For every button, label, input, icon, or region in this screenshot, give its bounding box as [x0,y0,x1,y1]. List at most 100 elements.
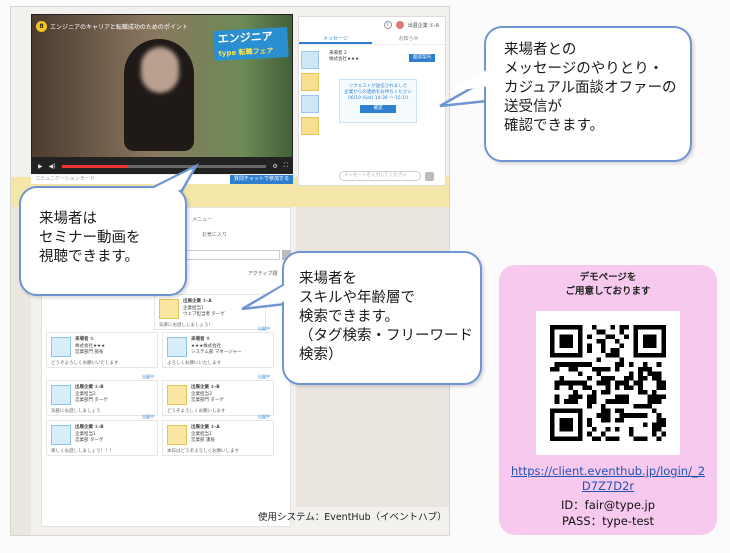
card-role: 営業部 課長 [191,438,215,443]
conversation-header: 来場者 2 株式会社★★★ 面談案内 [329,51,441,69]
tab-notices[interactable]: お知らせ [372,33,445,44]
message-panel: i 出展企業 ①-A メッセージ お知らせ 来場者 2 株式会社★★★ 面談案内… [298,16,446,186]
panel-tabs: メッセージ お知らせ [299,33,445,45]
card-name: 来場者 ① [75,337,94,342]
callout-tail-cover [448,68,490,92]
card-thumbnail [51,385,71,405]
callout-line: 来場者は [39,211,97,227]
video-title: 8 エンジニアのキャリアと転職成功のためのポイント [36,19,188,33]
card-name: 出展企業 ①-B [75,385,104,390]
message-input[interactable]: メッセージを入力してください [339,171,421,181]
card-message: 本日はどうぞよろしくお願いします [167,449,239,454]
info-icon[interactable]: i [383,21,392,29]
demo-pass: PASS：type-test [561,514,655,528]
card-tag: 出展中 [142,414,154,419]
demo-id: ID：fair@type.jp [560,498,656,512]
system-label: 使用システム：EventHub（イベントハブ） [258,512,447,523]
result-card[interactable]: 出展中 出展企業 ①-B 企業担当1 営業部 ターゲ 楽しくお話ししましょう！！！ [46,414,158,456]
callout-line: 視聴できます。 [39,249,140,265]
callout-line: （タグ検索・フリーワード [299,328,473,344]
card-name: 出展企業 ①-A [183,299,212,304]
callout-line: 確認できます。 [504,118,605,134]
card-thumbnail [51,337,71,357]
favorites-label[interactable]: お気に入り [202,231,227,238]
card-name: 来場者 ② [191,337,210,342]
seminar-video-player[interactable]: 8 エンジニアのキャリアと転職成功のためのポイント エンジニア type 転職フ… [31,14,293,174]
callout-line: 検索） [299,347,343,363]
slide: 8 エンジニアのキャリアと転職成功のためのポイント エンジニア type 転職フ… [0,0,730,553]
result-card[interactable]: 出展中 出展企業 ①-B 企業担当3 営業部門 ターゲ どうぞよろしくお願いします [162,374,274,416]
card-tag: 出展中 [258,326,270,331]
callout-video: 来場者は セミナー動画を 視聴できます。 [19,186,187,296]
conversation-thumbnails [299,47,321,139]
card-role: システム部 マネージャー [191,350,242,355]
offer-message-bubble: リクエストが送信されました 企業からの連絡をお待ちください 06/19 (Sat… [339,79,417,123]
demo-url-line2[interactable]: D7Z7D2r [499,479,717,494]
bubble-time: 06/19 (Sat) 14:30 〜 15:10 [347,96,409,101]
card-thumbnail [167,337,187,357]
card-tag: 出展中 [142,374,154,379]
card-thumbnail [159,299,179,319]
conversation-thumb[interactable] [301,51,319,69]
settings-icon[interactable]: ⚙ [272,163,277,170]
tab-messages[interactable]: メッセージ [299,33,372,44]
card-message: 楽しくお話ししましょう！！！ [51,449,114,454]
card-thumbnail [51,425,71,445]
join-chat-button[interactable]: 質問チャットで参加する [230,175,293,184]
fair-logo: エンジニア type 転職フェア [213,27,289,61]
demo-heading-line2: ご用意しております [565,286,651,297]
menu-label[interactable]: メニュー [192,216,212,223]
send-icon[interactable] [425,172,434,181]
card-name: 出展企業 ①-B [75,425,104,430]
callout-search: 来場者を スキルや年齢層で 検索できます。 （タグ検索・フリーワード 検索） [282,251,482,385]
callout-line: スキルや年齢層で [299,290,415,306]
callout-line: 来場者を [299,271,357,287]
callout-message: 来場者との メッセージのやりとり・ カジュアル面談オファーの 送受信が 確認でき… [484,26,692,162]
result-card[interactable]: 出展中 来場者 ② ★★★株式会社 システム部 マネージャー よろしくお願いいたします [162,326,274,368]
callout-line: カジュアル面談オファーの [504,80,677,96]
card-message: 気軽にお話ししましょう [51,409,101,414]
card-message: どうぞよろしくお願いいたします [51,361,119,366]
qr-code[interactable] [536,311,680,455]
qr-code-pattern [550,325,666,441]
card-message: どうぞよろしくお願いします [167,409,226,414]
demo-info-box: デモページを ご用意しております https://client.eventhub… [499,265,717,535]
caption-text: コミュニケーションモード [35,176,95,182]
conversation-thumb[interactable] [301,73,319,91]
callout-tail-cover [146,170,190,192]
card-tag: 出展中 [258,374,270,379]
demo-heading-line1: デモページを [579,272,637,283]
result-card[interactable]: 出展中 出展企業 ①-B 企業担当2 営業部門 ターゲ 気軽にお話ししましょう [46,374,158,416]
demo-heading: デモページを ご用意しております [499,271,717,299]
fullscreen-icon[interactable]: ⛶ [284,162,288,170]
card-role: ウェブ担当者 ターゲ [183,312,225,317]
play-icon[interactable]: ▶ [38,163,43,170]
callout-line: 来場者との [504,42,577,58]
card-role: 営業部門 部長 [75,350,104,355]
demo-url-line1[interactable]: https://client.eventhub.jp/login/_2 [499,464,717,479]
card-role: 営業部門 ターゲ [191,398,224,403]
conversation-thumb[interactable] [301,95,319,113]
confirm-button[interactable]: 確認 [360,105,396,113]
callout-line: 検索できます。 [299,309,400,325]
result-card[interactable]: 来場者 ① 株式会社★★★ 営業部門 部長 どうぞよろしくお願いいたします [46,332,158,368]
user-avatar[interactable] [395,21,404,29]
callout-line: 送受信が [504,99,562,115]
video-title-text: エンジニアのキャリアと転職成功のためのポイント [50,23,188,31]
card-thumbnail [167,425,187,445]
demo-login-link[interactable]: https://client.eventhub.jp/login/_2 D7Z7… [499,464,717,494]
callout-tail-cover [250,283,288,306]
callout-line: メッセージのやりとり・ [504,61,664,77]
callout-line: セミナー動画を [39,230,141,246]
video-progress-fill [61,164,128,168]
volume-icon[interactable]: ◀) [49,163,56,170]
result-card[interactable]: 出展中 出展企業 ①-A 企業担当1 営業部 課長 本日はどうぞよろしくお願いします [162,414,274,456]
card-message: 気楽にお話ししましょう！ [159,323,213,328]
interview-button[interactable]: 面談案内 [409,54,435,62]
user-name[interactable]: 出展企業 ①-A [408,22,439,29]
card-message: よろしくお願いいたします [167,361,221,366]
blurred-face [141,47,179,93]
video-number-badge: 8 [36,20,47,32]
conversation-thumb[interactable] [301,117,319,135]
card-name: 出展企業 ①-B [191,385,220,390]
